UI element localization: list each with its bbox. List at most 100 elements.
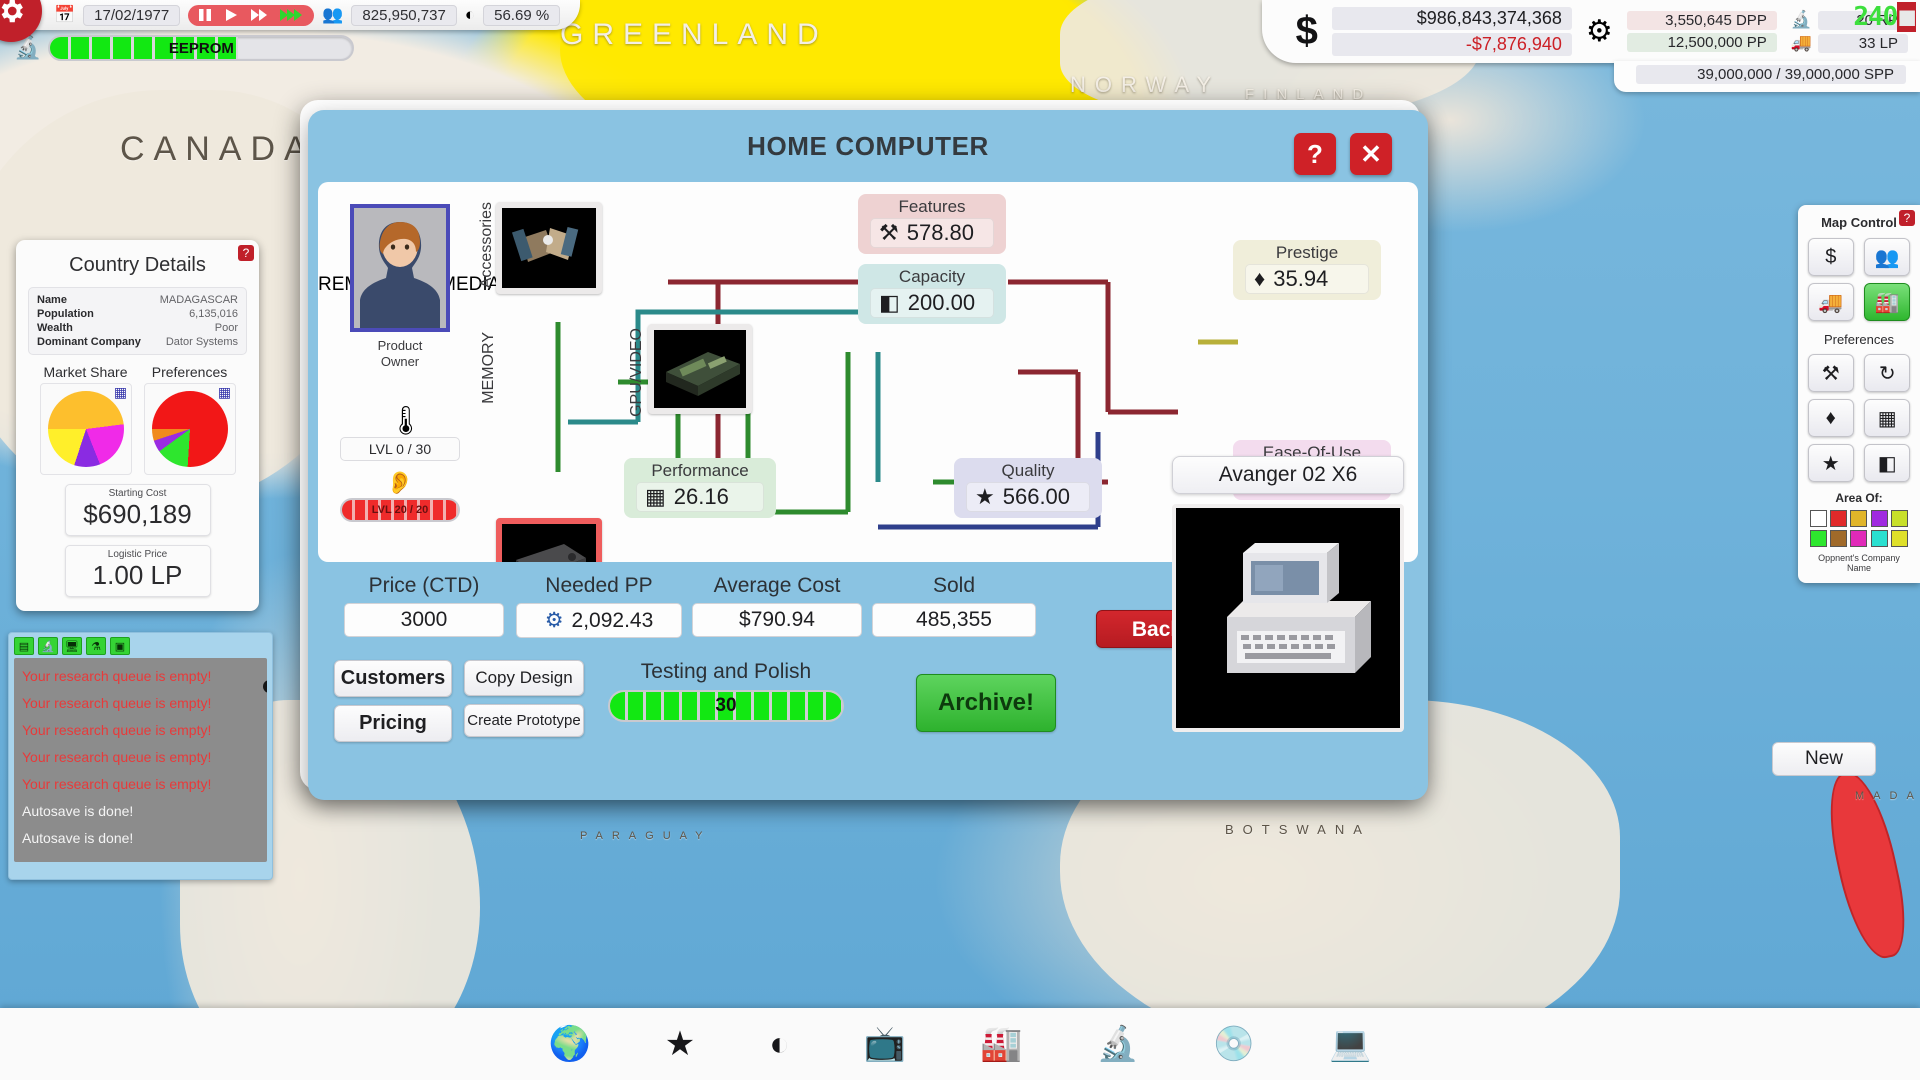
- lab-tab[interactable]: ⚗: [86, 637, 106, 655]
- avatar-caption: Product Owner: [350, 338, 450, 371]
- event-log-body[interactable]: Your research queue is empty! Your resear…: [14, 658, 267, 862]
- customers-button[interactable]: Customers: [334, 660, 452, 697]
- calendar-icon: 📅: [54, 5, 76, 24]
- fastest-forward-icon[interactable]: [279, 7, 305, 23]
- features-stat[interactable]: Features ⚒ 578.80: [858, 194, 1006, 254]
- dialog-close-button[interactable]: ✕: [1350, 133, 1392, 175]
- area-color-swatch[interactable]: [1870, 530, 1888, 547]
- average-cost-value: $790.94: [692, 603, 862, 637]
- features-pref-button[interactable]: ⚒: [1807, 354, 1854, 392]
- testing-progress-bar[interactable]: 30: [608, 690, 844, 722]
- area-color-swatch[interactable]: [1890, 530, 1908, 547]
- capacity-stat[interactable]: Capacity ◧ 200.00: [858, 264, 1006, 324]
- area-color-swatches[interactable]: [1806, 510, 1912, 547]
- area-color-swatch[interactable]: [1850, 510, 1868, 527]
- database-icon: ◧: [1877, 452, 1897, 475]
- company-balance: $986,843,374,368: [1331, 7, 1572, 30]
- area-color-swatch[interactable]: [1890, 510, 1908, 527]
- factory-icon[interactable]: 🏭: [980, 1027, 1022, 1061]
- pie-chart-icon[interactable]: ◐: [769, 1027, 790, 1061]
- log-line: Your research queue is empty!: [22, 668, 212, 684]
- owner-role-line-2: Owner: [380, 354, 420, 370]
- area-color-swatch[interactable]: [1870, 510, 1888, 527]
- preferences-pie-frame[interactable]: ▦: [143, 383, 236, 475]
- dialog-help-button[interactable]: ?: [1294, 133, 1336, 175]
- owner-level-box: LVL 0 / 30: [340, 437, 460, 461]
- needed-pp-header: Needed PP: [545, 574, 653, 597]
- features-icon: ⚒: [1821, 362, 1840, 385]
- factory-filter-button[interactable]: 🏭: [1864, 283, 1911, 321]
- country-detail-key: Name: [37, 294, 67, 306]
- create-prototype-button[interactable]: Create Prototype: [464, 704, 584, 737]
- avatar[interactable]: [350, 204, 450, 332]
- pricing-button[interactable]: Pricing: [334, 705, 452, 742]
- truck-icon: 🚚: [1818, 291, 1844, 314]
- ease-of-use-pref-button[interactable]: ↻: [1864, 354, 1911, 392]
- owner-role-line-1: Product: [377, 338, 423, 353]
- product-name-field[interactable]: Avanger 02 X6: [1172, 456, 1404, 494]
- logistic-price-value: 1.00 LP: [92, 560, 183, 590]
- microscope-icon[interactable]: 🔬: [1097, 1027, 1139, 1061]
- dollar-icon: $: [1295, 9, 1318, 53]
- preferences-pie: [151, 391, 228, 467]
- computer-icon[interactable]: 💻: [1329, 1027, 1371, 1061]
- research-progress-label: EEPROM: [168, 39, 234, 57]
- speed-controls[interactable]: [188, 4, 315, 26]
- removable-media-thumb[interactable]: [648, 324, 752, 414]
- grid-icon[interactable]: ▦: [114, 385, 128, 400]
- area-color-swatch[interactable]: [1830, 530, 1848, 547]
- area-color-swatch[interactable]: [1830, 510, 1848, 527]
- home-computer-render-icon: [1181, 513, 1395, 723]
- archive-button[interactable]: Archive!: [916, 674, 1056, 732]
- fast-forward-icon[interactable]: [249, 7, 269, 23]
- grid-icon[interactable]: ▦: [218, 385, 232, 400]
- product-tab[interactable]: 🖥: [62, 637, 82, 655]
- opponent-company-label: Oppnent's Company Name: [1818, 553, 1900, 573]
- pause-icon[interactable]: [197, 7, 213, 23]
- prestige-label: Prestige: [1275, 243, 1339, 262]
- log-line: Your research queue is empty!: [22, 722, 212, 738]
- research-progress-bar[interactable]: EEPROM: [48, 35, 355, 61]
- event-log-tabs[interactable]: ▤ 🔬 🖥 ⚗ ▣: [9, 633, 272, 658]
- new-product-button[interactable]: New: [1772, 742, 1876, 776]
- country-details-help-button[interactable]: ?: [238, 245, 254, 261]
- price-ctd-input[interactable]: 3000: [344, 603, 504, 637]
- marketing-tab[interactable]: ▣: [110, 637, 130, 655]
- research-tab[interactable]: 🔬: [38, 637, 58, 655]
- area-color-swatch[interactable]: [1850, 530, 1868, 547]
- memory-thumb[interactable]: [496, 518, 602, 562]
- money-tab[interactable]: ▤: [14, 637, 34, 655]
- performance-pref-button[interactable]: ▦: [1864, 399, 1911, 437]
- country-detail-value: Poor: [214, 322, 238, 334]
- quality-stat[interactable]: Quality ★ 566.00: [954, 458, 1102, 518]
- money-filter-button[interactable]: $: [1807, 238, 1854, 276]
- globe-icon[interactable]: 🌍: [548, 1027, 590, 1061]
- performance-stat[interactable]: Performance ▦ 26.16: [624, 458, 776, 518]
- starting-cost-box: Starting Cost $690,189: [64, 484, 211, 536]
- accessories-thumb[interactable]: [496, 202, 602, 294]
- owner-level-bar: LVL 20 / 20: [340, 498, 460, 522]
- play-icon[interactable]: [223, 7, 239, 23]
- capacity-pref-button[interactable]: ◧: [1864, 444, 1911, 482]
- area-color-swatch[interactable]: [1810, 510, 1827, 527]
- gpu-video-label: GPU/VIDEO: [628, 328, 645, 417]
- preference-filter-buttons: ⚒ ↻ ♦ ▦ ★ ◧: [1806, 354, 1912, 482]
- quality-pref-button[interactable]: ★: [1807, 444, 1854, 482]
- market-share-pie-frame[interactable]: ▦: [39, 383, 132, 475]
- area-color-swatch[interactable]: [1810, 530, 1827, 547]
- prestige-stat[interactable]: Prestige ♦ 35.94: [1233, 240, 1381, 300]
- tv-icon[interactable]: 📺: [864, 1027, 906, 1061]
- star-badge-icon[interactable]: ★: [665, 1027, 695, 1061]
- map-control-help-button[interactable]: ?: [1899, 210, 1915, 226]
- accessories-label: Accessories: [478, 202, 495, 289]
- logistic-price-label: Logistic Price: [107, 549, 168, 560]
- prestige-pref-button[interactable]: ♦: [1807, 399, 1854, 437]
- log-scrollbar-thumb[interactable]: [263, 680, 267, 693]
- copy-design-button[interactable]: Copy Design: [464, 660, 584, 696]
- population-filter-button[interactable]: 👥: [1864, 238, 1911, 276]
- disc-icon[interactable]: 💿: [1213, 1027, 1255, 1061]
- spp-value: 39,000,000 / 39,000,000 SPP: [1636, 65, 1906, 84]
- logistics-filter-button[interactable]: 🚚: [1807, 283, 1854, 321]
- country-madagascar-highlight[interactable]: [1818, 766, 1916, 964]
- gear-icon: [1, 0, 23, 23]
